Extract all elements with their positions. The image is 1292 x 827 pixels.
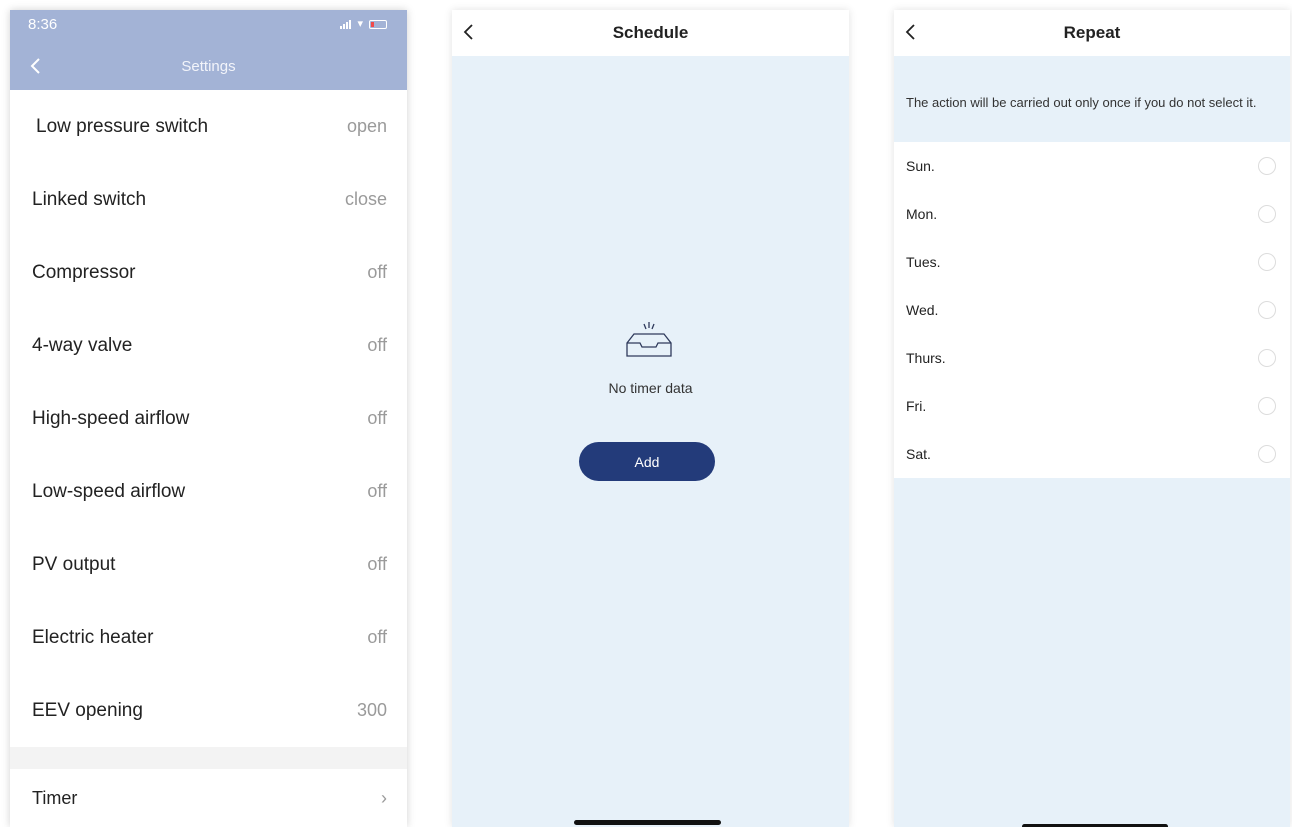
- battery-icon: [369, 19, 387, 29]
- timer-row[interactable]: Timer ›: [10, 769, 407, 827]
- day-option-thu[interactable]: Thurs.: [894, 334, 1290, 382]
- row-value: off: [367, 627, 387, 647]
- status-time: 8:36: [28, 16, 58, 33]
- status-icons: ▾: [340, 18, 387, 30]
- empty-state-text: No timer data: [608, 380, 693, 396]
- row-label: PV output: [32, 553, 116, 575]
- settings-row[interactable]: Low-speed airflow off: [10, 455, 407, 528]
- row-value: open: [346, 116, 387, 136]
- row-label: Low pressure switch: [36, 115, 209, 137]
- radio-button[interactable]: [1258, 445, 1276, 463]
- day-option-mon[interactable]: Mon.: [894, 190, 1290, 238]
- page-title: Repeat: [1063, 23, 1121, 42]
- day-label: Mon.: [906, 206, 938, 222]
- day-option-tue[interactable]: Tues.: [894, 238, 1290, 286]
- home-indicator: [574, 820, 721, 825]
- repeat-info-text: The action will be carried out only once…: [906, 95, 1257, 110]
- settings-row[interactable]: 4-way valve off: [10, 309, 407, 382]
- settings-row[interactable]: Linked switch close: [10, 163, 407, 236]
- day-list: Sun. Mon. Tues. Wed. Thurs. Fri. Sat.: [894, 142, 1290, 478]
- radio-button[interactable]: [1258, 397, 1276, 415]
- radio-button[interactable]: [1258, 253, 1276, 271]
- repeat-nav-bar: Repeat: [894, 10, 1290, 56]
- settings-row[interactable]: EEV opening 300: [10, 674, 407, 747]
- settings-row[interactable]: High-speed airflow off: [10, 382, 407, 455]
- day-label: Sun.: [906, 158, 935, 174]
- signal-icon: [340, 19, 352, 29]
- page-title: Settings: [181, 58, 236, 75]
- settings-row[interactable]: PV output off: [10, 528, 407, 601]
- row-value: off: [367, 408, 387, 428]
- row-value: off: [367, 481, 387, 501]
- row-value: off: [367, 262, 387, 282]
- radio-button[interactable]: [1258, 205, 1276, 223]
- row-label: EEV opening: [32, 699, 143, 721]
- settings-row[interactable]: Low pressure switch open: [10, 90, 407, 163]
- row-label: Electric heater: [32, 626, 154, 648]
- radio-button[interactable]: [1258, 349, 1276, 367]
- day-option-sun[interactable]: Sun.: [894, 142, 1290, 190]
- settings-row[interactable]: Compressor off: [10, 236, 407, 309]
- settings-header: 8:36 ▾ Settings: [10, 10, 407, 90]
- day-label: Sat.: [906, 446, 931, 462]
- row-value: close: [344, 189, 387, 209]
- repeat-screen: Repeat The action will be carried out on…: [894, 10, 1290, 827]
- schedule-screen: Schedule No timer data Add: [452, 10, 849, 827]
- radio-button[interactable]: [1258, 157, 1276, 175]
- section-divider: [10, 747, 407, 769]
- page-title: Schedule: [612, 23, 689, 42]
- settings-list: Low pressure switch open Linked switch clo…: [10, 90, 407, 747]
- settings-screen: 8:36 ▾ Settings Low pressure switch open …: [10, 10, 407, 827]
- day-option-wed[interactable]: Wed.: [894, 286, 1290, 334]
- day-label: Tues.: [906, 254, 941, 270]
- row-label: Linked switch: [32, 188, 147, 210]
- row-value: off: [367, 335, 387, 355]
- row-value: 300: [356, 700, 387, 720]
- wifi-icon: ▾: [357, 18, 363, 30]
- empty-tray-icon: [626, 322, 672, 357]
- day-label: Thurs.: [906, 350, 946, 366]
- schedule-nav-bar: Schedule: [452, 10, 849, 56]
- row-value: off: [367, 554, 387, 574]
- radio-button[interactable]: [1258, 301, 1276, 319]
- add-button[interactable]: Add: [579, 442, 715, 481]
- row-label: Compressor: [32, 261, 136, 283]
- day-label: Fri.: [906, 398, 927, 414]
- settings-row[interactable]: Electric heater off: [10, 601, 407, 674]
- day-option-sat[interactable]: Sat.: [894, 430, 1290, 478]
- day-label: Wed.: [906, 302, 939, 318]
- row-label: Low-speed airflow: [32, 480, 186, 502]
- timer-label: Timer: [32, 787, 78, 808]
- row-label: High-speed airflow: [32, 407, 190, 429]
- chevron-right-icon: ›: [381, 787, 387, 808]
- row-label: 4-way valve: [32, 334, 133, 356]
- day-option-fri[interactable]: Fri.: [894, 382, 1290, 430]
